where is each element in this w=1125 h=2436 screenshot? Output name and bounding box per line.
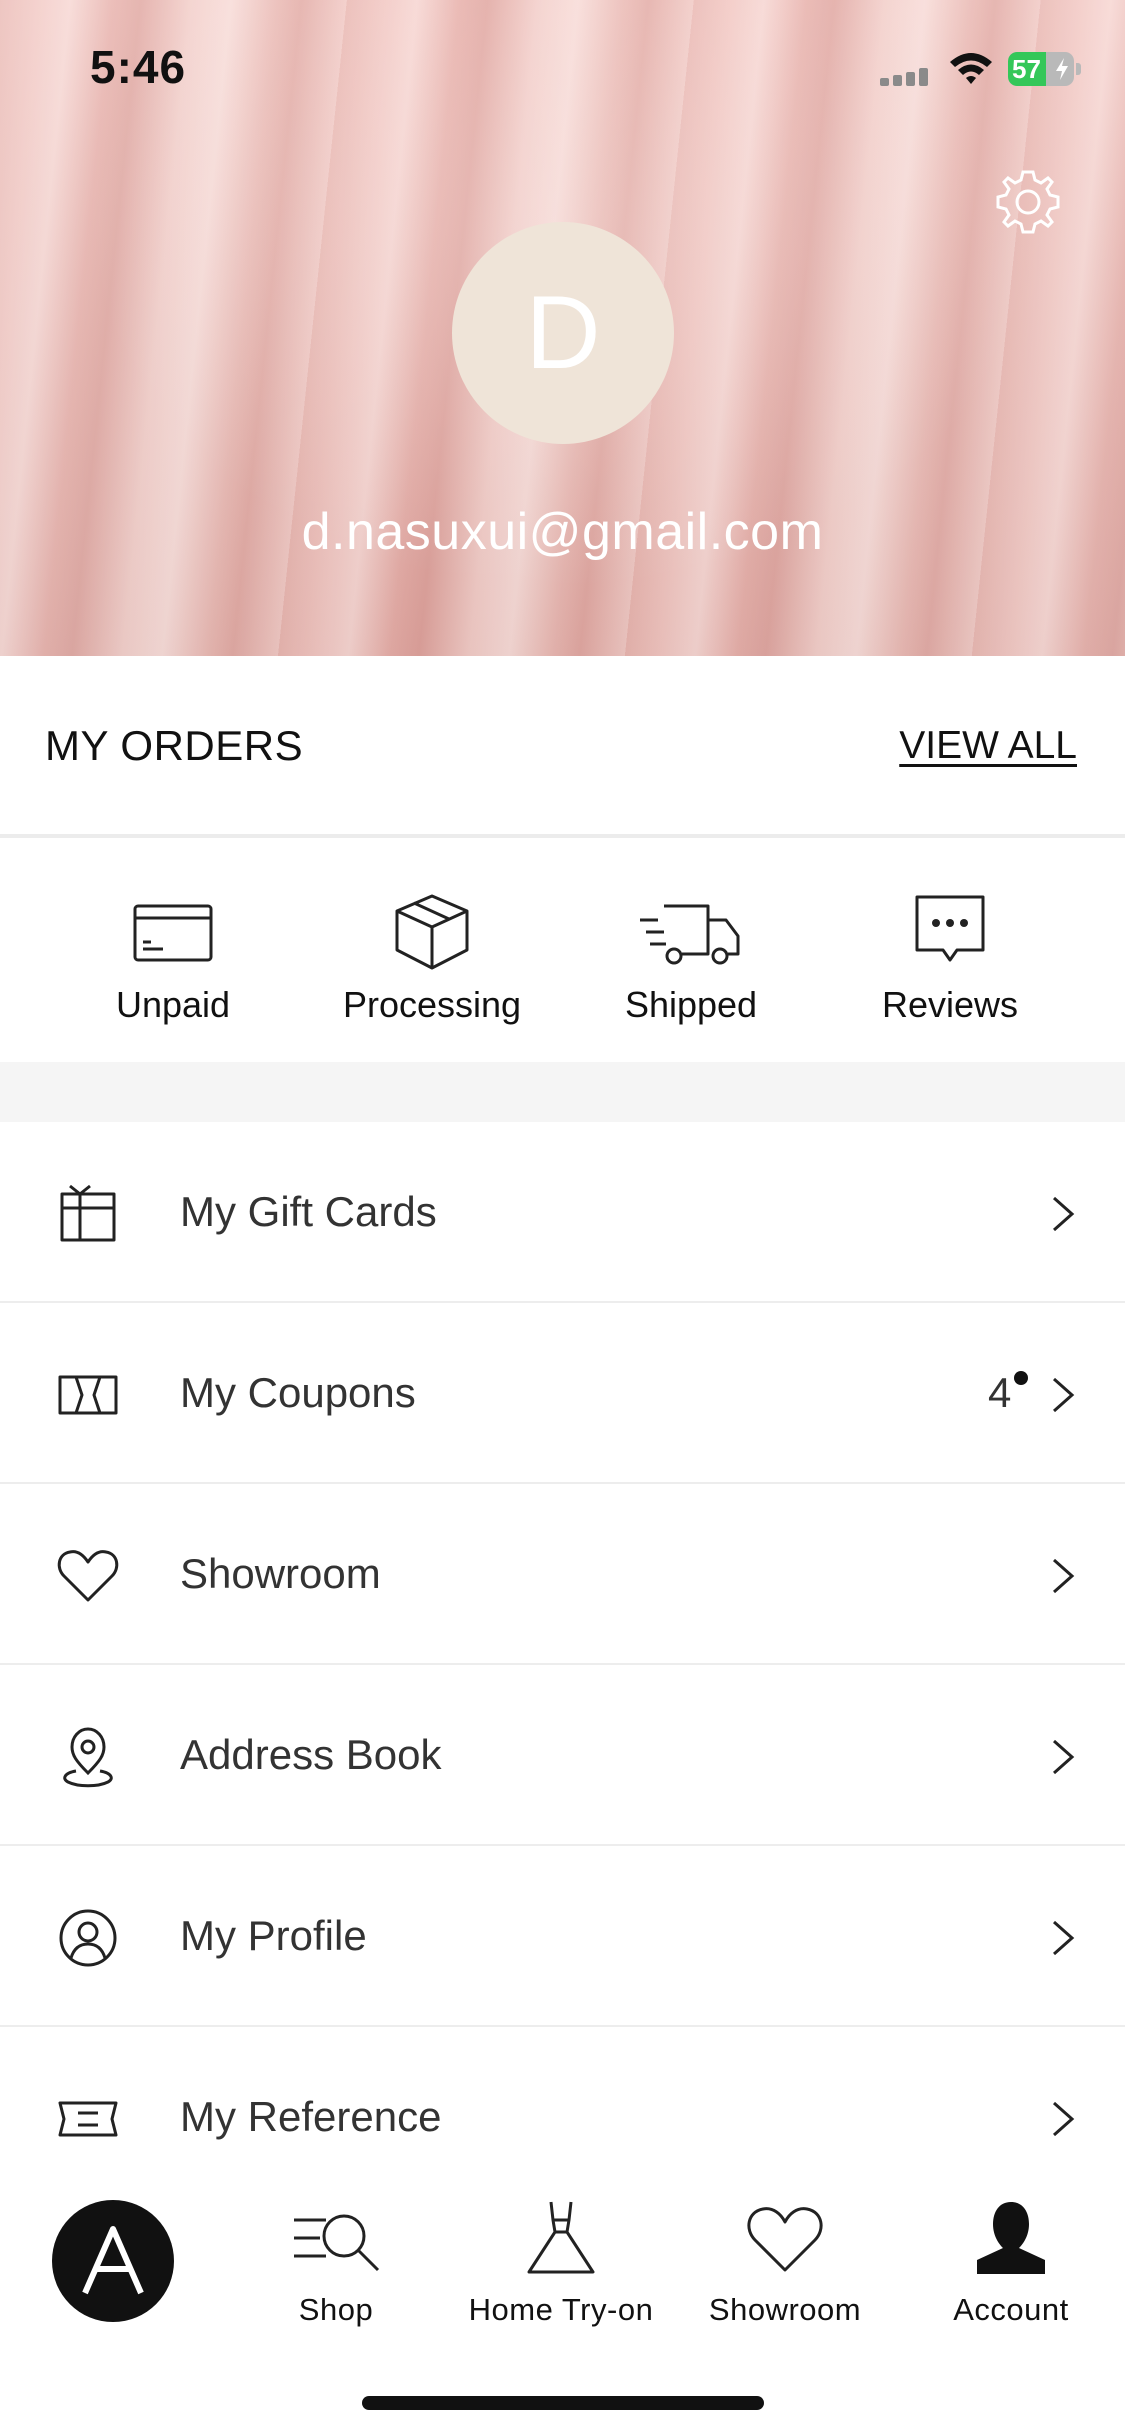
- gift-card-icon: [60, 1184, 116, 1242]
- cellular-signal-icon: [880, 68, 932, 86]
- dress-icon: [527, 2201, 595, 2274]
- tab-showroom[interactable]: Showroom: [700, 2198, 870, 2328]
- card-icon: [133, 904, 213, 962]
- box-icon: [395, 894, 469, 970]
- heart-icon: [57, 1550, 119, 1602]
- menu-label: My Profile: [180, 1912, 367, 1959]
- chevron-right-icon: [1053, 1196, 1075, 1232]
- user-circle-icon: [59, 1909, 117, 1967]
- menu-label: My Gift Cards: [180, 1188, 437, 1235]
- order-reviews-button[interactable]: Reviews: [830, 892, 1070, 1026]
- section-divider: [0, 1062, 1125, 1122]
- order-reviews-label: Reviews: [881, 984, 1019, 1025]
- brand-logo-button[interactable]: A: [52, 2200, 174, 2322]
- home-indicator[interactable]: [362, 2396, 764, 2410]
- order-processing-label: Processing: [342, 984, 522, 1025]
- tab-label: Home Try-on: [468, 2292, 654, 2327]
- profile-header: 5:46 57 D d.nasuxui@gmail.com: [0, 0, 1125, 656]
- order-processing-button[interactable]: Processing: [312, 892, 552, 1026]
- view-all-orders-link[interactable]: VIEW ALL: [899, 724, 1077, 768]
- orders-title: MY ORDERS: [45, 722, 304, 769]
- coupon-count: 4: [988, 1369, 1012, 1416]
- status-time: 5:46: [90, 41, 187, 93]
- tab-label: Account: [953, 2292, 1069, 2327]
- order-shipped-label: Shipped: [624, 984, 758, 1025]
- settings-gear-icon[interactable]: [992, 166, 1064, 238]
- menu-item-address-book[interactable]: Address Book: [0, 1665, 1125, 1846]
- menu-label: Address Book: [180, 1731, 442, 1778]
- orders-section-header: MY ORDERS VIEW ALL: [0, 656, 1125, 838]
- brand-a-icon: [82, 2226, 144, 2295]
- user-email: d.nasuxui@gmail.com: [301, 503, 824, 561]
- menu-item-coupons[interactable]: My Coupons 4: [0, 1303, 1125, 1484]
- tab-label: Showroom: [708, 2292, 862, 2327]
- heart-icon: [747, 2207, 823, 2272]
- truck-icon: [640, 904, 740, 965]
- order-shipped-button[interactable]: Shipped: [571, 892, 811, 1026]
- tab-shop[interactable]: Shop: [286, 2198, 386, 2328]
- ticket-icon: [58, 2101, 118, 2137]
- chevron-right-icon: [1053, 1377, 1075, 1413]
- tab-label: Shop: [298, 2292, 374, 2327]
- chat-bubble-icon: [915, 895, 985, 962]
- location-pin-icon: [63, 1727, 113, 1788]
- search-list-icon: [294, 2214, 380, 2272]
- menu-item-gift-cards[interactable]: My Gift Cards: [0, 1122, 1125, 1303]
- account-menu-list: My Gift Cards My Coupons 4 Showroom Addr…: [0, 1122, 1125, 2208]
- order-status-row: Unpaid Processing Shipped Reviews: [0, 842, 1125, 1062]
- order-unpaid-label: Unpaid: [115, 984, 231, 1025]
- avatar-initial: D: [525, 274, 601, 391]
- battery-icon: 57: [1008, 52, 1082, 86]
- menu-item-showroom[interactable]: Showroom: [0, 1484, 1125, 1665]
- menu-label: My Coupons: [180, 1369, 416, 1416]
- chevron-right-icon: [1053, 2101, 1075, 2137]
- battery-level: 57: [1012, 54, 1041, 84]
- tab-home-try-on[interactable]: Home Try-on: [456, 2198, 666, 2328]
- chevron-right-icon: [1053, 1739, 1075, 1775]
- chevron-right-icon: [1053, 1558, 1075, 1594]
- coupon-icon: [58, 1375, 118, 1415]
- notification-dot: [1014, 1371, 1028, 1385]
- menu-item-profile[interactable]: My Profile: [0, 1846, 1125, 2027]
- menu-label: Showroom: [180, 1550, 381, 1597]
- avatar[interactable]: D: [452, 222, 674, 444]
- person-icon: [977, 2202, 1045, 2274]
- menu-label: My Reference: [180, 2093, 442, 2140]
- wifi-icon: [950, 53, 992, 84]
- order-unpaid-button[interactable]: Unpaid: [53, 892, 293, 1026]
- status-bar: 5:46 57: [0, 0, 1125, 135]
- tab-account[interactable]: Account: [946, 2198, 1076, 2328]
- chevron-right-icon: [1053, 1920, 1075, 1956]
